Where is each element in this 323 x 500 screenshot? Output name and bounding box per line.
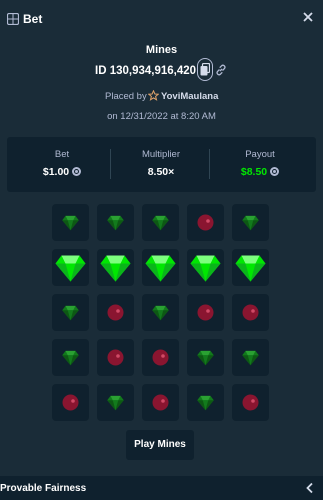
copy-icon [200,63,210,76]
gem-icon [55,255,86,282]
tile-mine [52,384,89,421]
mine-icon [107,304,124,321]
close-icon[interactable] [301,10,315,24]
gem-icon [107,215,124,231]
mine-icon [152,394,169,411]
mine-icon [197,214,214,231]
copy-button[interactable] [197,58,213,81]
gem-icon [62,350,79,366]
link-icon[interactable] [215,64,227,76]
chevron-left-icon[interactable] [305,482,315,494]
stat-value-wrap: $1.00 [12,166,112,178]
play-mines-button[interactable]: Play Mines [126,430,194,460]
username-link[interactable]: YoviMaulana [161,91,218,102]
tile-mine [187,204,224,241]
tile-gem [97,384,134,421]
mine-icon [107,349,124,366]
stat-label: Bet [54,149,70,160]
tile-gem [232,339,269,376]
game-name: Mines [145,44,178,56]
tile-mine [232,294,269,331]
tile-gem [232,249,269,286]
mine-icon [242,304,259,321]
stat-label: Multiplier [141,149,180,160]
modal-header: Bet [0,0,323,40]
gem-icon [197,395,214,411]
gem-icon [145,255,176,282]
gem-icon [107,395,124,411]
stat-multiplier: Multiplier 8.50× [111,137,211,192]
tile-gem [142,249,179,286]
tile-gem [97,204,134,241]
bet-id-row: ID 130,934,916,420 [0,58,323,82]
gem-icon [242,215,259,231]
provable-fairness-bar[interactable]: Provable Fairness [0,476,323,500]
bet-id: ID 130,934,916,420 [95,65,197,77]
gem-icon [100,255,131,282]
gem-icon [190,255,221,282]
mine-icon [152,349,169,366]
tile-mine [97,339,134,376]
stat-value: 8.50× [147,166,175,178]
vip-star-icon [148,90,159,101]
tile-mine [232,384,269,421]
mine-icon [197,304,214,321]
tile-gem [187,249,224,286]
tile-gem [232,204,269,241]
stat-value: $1.00 [42,166,70,178]
mine-icon [242,394,259,411]
stat-bet: Bet $1.00 [12,137,112,192]
stat-value-wrap: $8.50 [210,166,310,178]
provable-fairness-label: Provable Fairness [0,483,87,494]
tile-mine [97,294,134,331]
tile-gem [52,249,89,286]
tile-gem [52,294,89,331]
tile-gem [52,339,89,376]
mine-icon [62,394,79,411]
gem-icon [62,305,79,321]
gem-icon [197,350,214,366]
gem-icon [62,215,79,231]
tile-gem [97,249,134,286]
tile-gem [142,204,179,241]
stat-value: $8.50 [240,166,268,178]
gem-icon [235,255,266,282]
tile-gem [187,339,224,376]
modal-title: Bet [23,12,43,26]
bet-slip-icon [7,13,19,25]
currency-icon [270,167,280,176]
tile-mine [187,294,224,331]
gem-icon [152,215,169,231]
bet-date: on 12/31/2022 at 8:20 AM [107,111,216,122]
gem-icon [152,305,169,321]
gem-icon [242,350,259,366]
placed-by-label: Placed by [105,91,147,102]
tile-gem [142,294,179,331]
tile-mine [142,384,179,421]
currency-icon [72,167,82,176]
tile-gem [187,384,224,421]
mines-board [52,204,269,421]
stat-label: Payout [245,149,275,160]
tile-mine [142,339,179,376]
bet-stats-panel: Bet $1.00 Multiplier 8.50× Payout $8.50 [7,137,316,192]
tile-gem [52,204,89,241]
stat-payout: Payout $8.50 [210,137,310,192]
